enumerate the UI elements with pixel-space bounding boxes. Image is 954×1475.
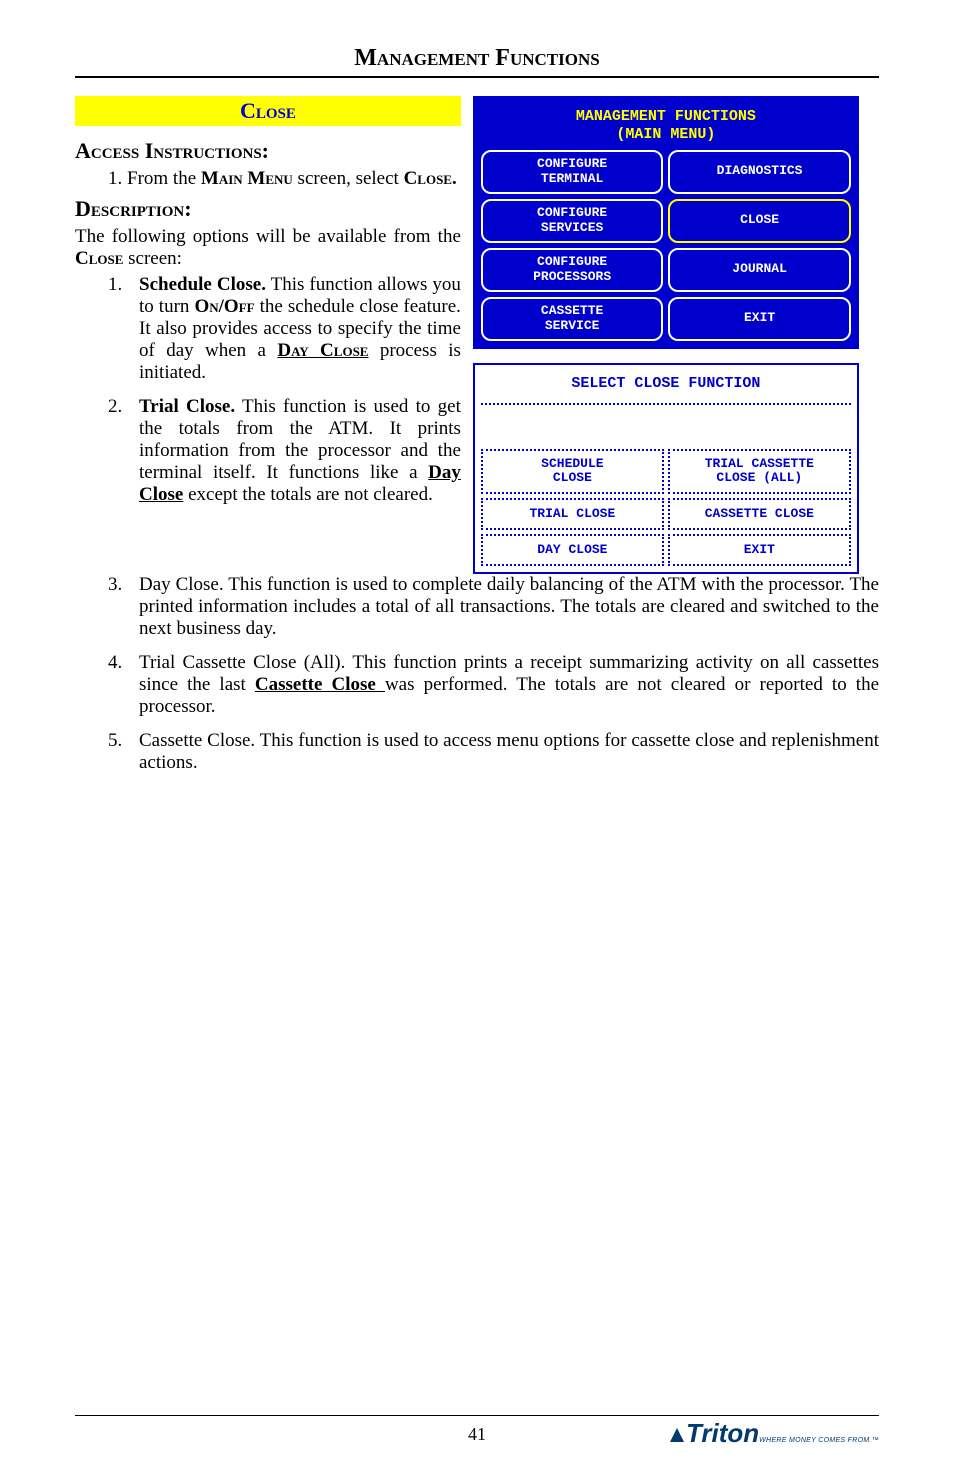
option-1: Schedule Close. This function allows you… — [127, 274, 461, 384]
btn-exit[interactable]: EXIT — [668, 297, 850, 341]
access-heading: Access Instructions: — [75, 138, 461, 164]
btn-day-close[interactable]: DAY CLOSE — [481, 534, 664, 566]
btn-trial-cassette-close-all[interactable]: TRIAL CASSETTE CLOSE (ALL) — [668, 449, 851, 495]
option-2: Trial Close. This function is used to ge… — [127, 396, 461, 506]
btn-cassette-close[interactable]: CASSETTE CLOSE — [668, 498, 851, 530]
close-menu-screenshot: SELECT CLOSE FUNCTION SCHEDULE CLOSE TRI… — [473, 363, 859, 575]
btn-configure-services[interactable]: CONFIGURE SERVICES — [481, 199, 663, 243]
btn-close[interactable]: CLOSE — [668, 199, 850, 243]
empty-slot — [481, 409, 664, 445]
page-number: 41 — [468, 1424, 486, 1445]
btn-configure-processors[interactable]: CONFIGURE PROCESSORS — [481, 248, 663, 292]
description-heading: Description: — [75, 196, 461, 222]
access-step-1: From the Main Menu screen, select Close. — [127, 168, 461, 190]
btn-configure-terminal[interactable]: CONFIGURE TERMINAL — [481, 150, 663, 194]
description-intro: The following options will be available … — [75, 226, 461, 270]
main-menu-screenshot: MANAGEMENT FUNCTIONS (MAIN MENU) CONFIGU… — [473, 96, 859, 349]
btn-schedule-close[interactable]: SCHEDULE CLOSE — [481, 449, 664, 495]
page-header: Management Functions — [75, 45, 879, 78]
btn-journal[interactable]: JOURNAL — [668, 248, 850, 292]
btn-cassette-service[interactable]: CASSETTE SERVICE — [481, 297, 663, 341]
btn-close-exit[interactable]: EXIT — [668, 534, 851, 566]
option-5: Cassette Close. This function is used to… — [127, 730, 879, 774]
btn-diagnostics[interactable]: DIAGNOSTICS — [668, 150, 850, 194]
triton-logo: TritonWHERE MONEY COMES FROM.™ — [668, 1418, 879, 1449]
empty-slot — [668, 409, 851, 445]
option-4: Trial Cassette Close (All). This functio… — [127, 652, 879, 718]
btn-trial-close[interactable]: TRIAL CLOSE — [481, 498, 664, 530]
option-3: Day Close. This function is used to comp… — [127, 574, 879, 640]
close-menu-title: SELECT CLOSE FUNCTION — [481, 371, 851, 405]
section-title: Close — [75, 96, 461, 126]
main-menu-title: MANAGEMENT FUNCTIONS (MAIN MENU) — [481, 104, 851, 150]
